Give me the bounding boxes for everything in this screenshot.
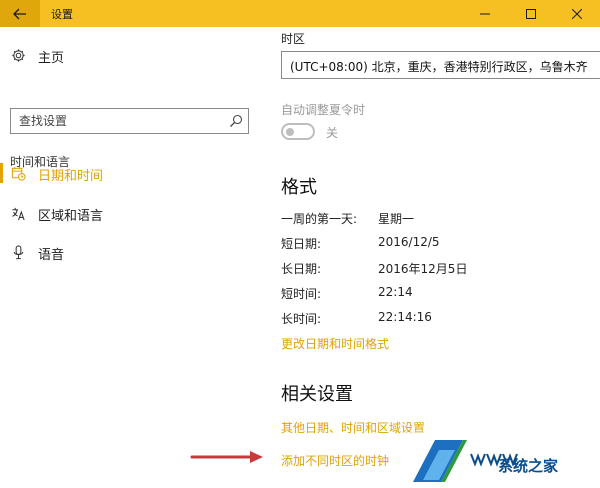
sidebar-item-label: 主页 xyxy=(38,51,65,66)
change-format-link[interactable]: 更改日期和时间格式 xyxy=(281,335,389,352)
active-indicator xyxy=(0,163,3,183)
watermark-text: 系统之家 xyxy=(498,457,559,475)
window-title: 设置 xyxy=(51,8,73,21)
dst-toggle[interactable] xyxy=(281,123,315,140)
search-input[interactable] xyxy=(11,109,221,133)
minimize-button[interactable] xyxy=(462,0,508,27)
format-row-value: 2016年12月5日 xyxy=(378,262,468,276)
sidebar-item-label: 日期和时间 xyxy=(38,169,104,184)
calendar-clock-icon xyxy=(10,165,26,181)
main-content: 时区 (UTC+08:00) 北京，重庆，香港特别行政区，乌鲁木齐 自动调整夏令… xyxy=(262,27,600,488)
title-bar: 设置 xyxy=(0,0,600,27)
minimize-icon xyxy=(480,13,490,14)
related-link-other-settings[interactable]: 其他日期、时间和区域设置 xyxy=(281,419,425,436)
format-heading: 格式 xyxy=(281,177,317,198)
sidebar-item-label: 区域和语言 xyxy=(38,209,104,224)
maximize-icon xyxy=(526,8,536,19)
dst-label: 自动调整夏令时 xyxy=(281,103,366,117)
format-row-key: 一周的第一天: xyxy=(281,212,358,226)
toggle-knob xyxy=(286,127,294,136)
sidebar-item-region-language[interactable]: 区域和语言 xyxy=(0,198,262,228)
sidebar-item-date-time[interactable]: 日期和时间 xyxy=(0,158,262,188)
format-row-key: 短时间: xyxy=(281,287,322,301)
annotation-arrow-icon xyxy=(190,451,263,463)
sidebar-item-home[interactable]: 主页 xyxy=(0,40,262,70)
search-box[interactable] xyxy=(10,108,249,134)
sidebar-item-speech[interactable]: 语音 xyxy=(0,237,262,267)
sidebar-item-label: 语音 xyxy=(38,248,65,263)
dst-toggle-state: 关 xyxy=(326,126,339,140)
timezone-value: (UTC+08:00) 北京，重庆，香港特别行政区，乌鲁木齐 xyxy=(290,60,588,74)
format-row-key: 长时间: xyxy=(281,312,322,326)
maximize-button[interactable] xyxy=(508,0,554,27)
sidebar: 主页 时间和语言 日期和时间 区域和语言 xyxy=(0,27,262,488)
gear-icon xyxy=(10,47,26,63)
close-icon xyxy=(572,8,582,19)
format-row-key: 短日期: xyxy=(281,237,322,251)
microphone-icon xyxy=(10,244,26,260)
language-icon xyxy=(10,205,26,221)
format-row-value: 22:14:16 xyxy=(378,310,432,324)
related-link-add-clocks[interactable]: 添加不同时区的时钟 xyxy=(281,452,389,469)
close-button[interactable] xyxy=(554,0,600,27)
back-arrow-icon xyxy=(13,8,26,19)
format-row-value: 2016/12/5 xyxy=(378,235,440,249)
related-settings-heading: 相关设置 xyxy=(281,384,353,405)
timezone-dropdown[interactable]: (UTC+08:00) 北京，重庆，香港特别行政区，乌鲁木齐 xyxy=(281,51,600,79)
format-row-value: 22:14 xyxy=(378,285,413,299)
format-row-value: 星期一 xyxy=(378,212,415,226)
back-button[interactable] xyxy=(0,0,40,27)
format-row-key: 长日期: xyxy=(281,262,322,276)
search-icon[interactable] xyxy=(229,114,243,128)
timezone-label: 时区 xyxy=(281,32,306,46)
